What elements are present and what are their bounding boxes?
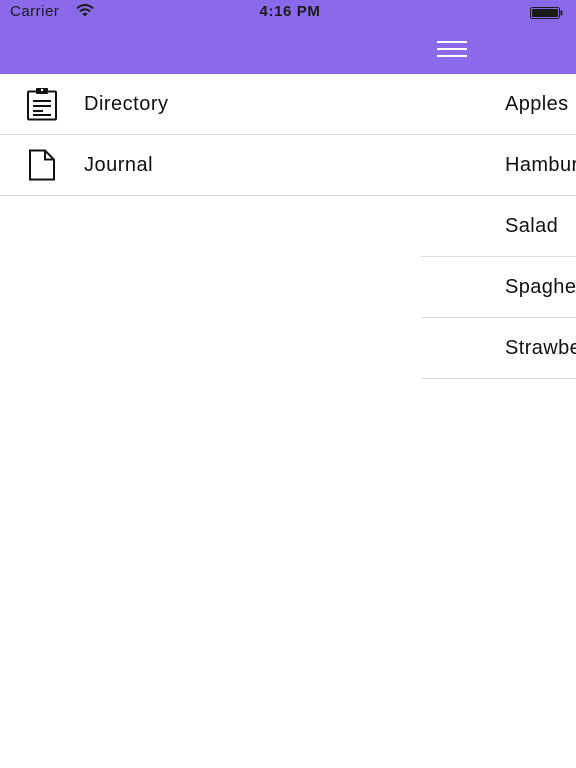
list-item-label: Spaghetti [505, 275, 576, 298]
main-list: Apples Hamburger Salad Spaghetti Strawbe… [421, 74, 576, 379]
drawer-item-journal[interactable]: Journal [0, 135, 421, 196]
list-item-label: Strawberries [505, 336, 576, 359]
clipboard-icon [0, 74, 84, 134]
drawer-item-label: Directory [84, 92, 169, 115]
list-item[interactable]: Hamburger [421, 135, 576, 196]
list-item-label: Apples [505, 92, 569, 115]
navigation-drawer: Directory Journal [0, 0, 421, 768]
app-screen: Carrier 4:16 PM Apples Hambur Salad Spag… [0, 0, 576, 768]
drawer-item-label: Journal [84, 153, 154, 176]
status-bar: Carrier 4:16 PM [0, 0, 576, 24]
battery-icon [530, 6, 563, 19]
list-item[interactable]: Strawberries [421, 318, 576, 379]
main-content-panel: Apples Hamburger Salad Spaghetti Strawbe… [421, 0, 576, 768]
list-item-label: Hamburger [505, 153, 576, 176]
document-icon [0, 135, 84, 195]
status-time: 4:16 PM [259, 3, 321, 20]
drawer-item-directory[interactable]: Directory [0, 74, 421, 135]
hamburger-menu-icon[interactable] [435, 40, 469, 60]
list-item-label: Salad [505, 214, 559, 237]
list-item[interactable]: Spaghetti [421, 257, 576, 318]
list-item[interactable]: Salad [421, 196, 576, 257]
list-item[interactable]: Apples [421, 74, 576, 135]
